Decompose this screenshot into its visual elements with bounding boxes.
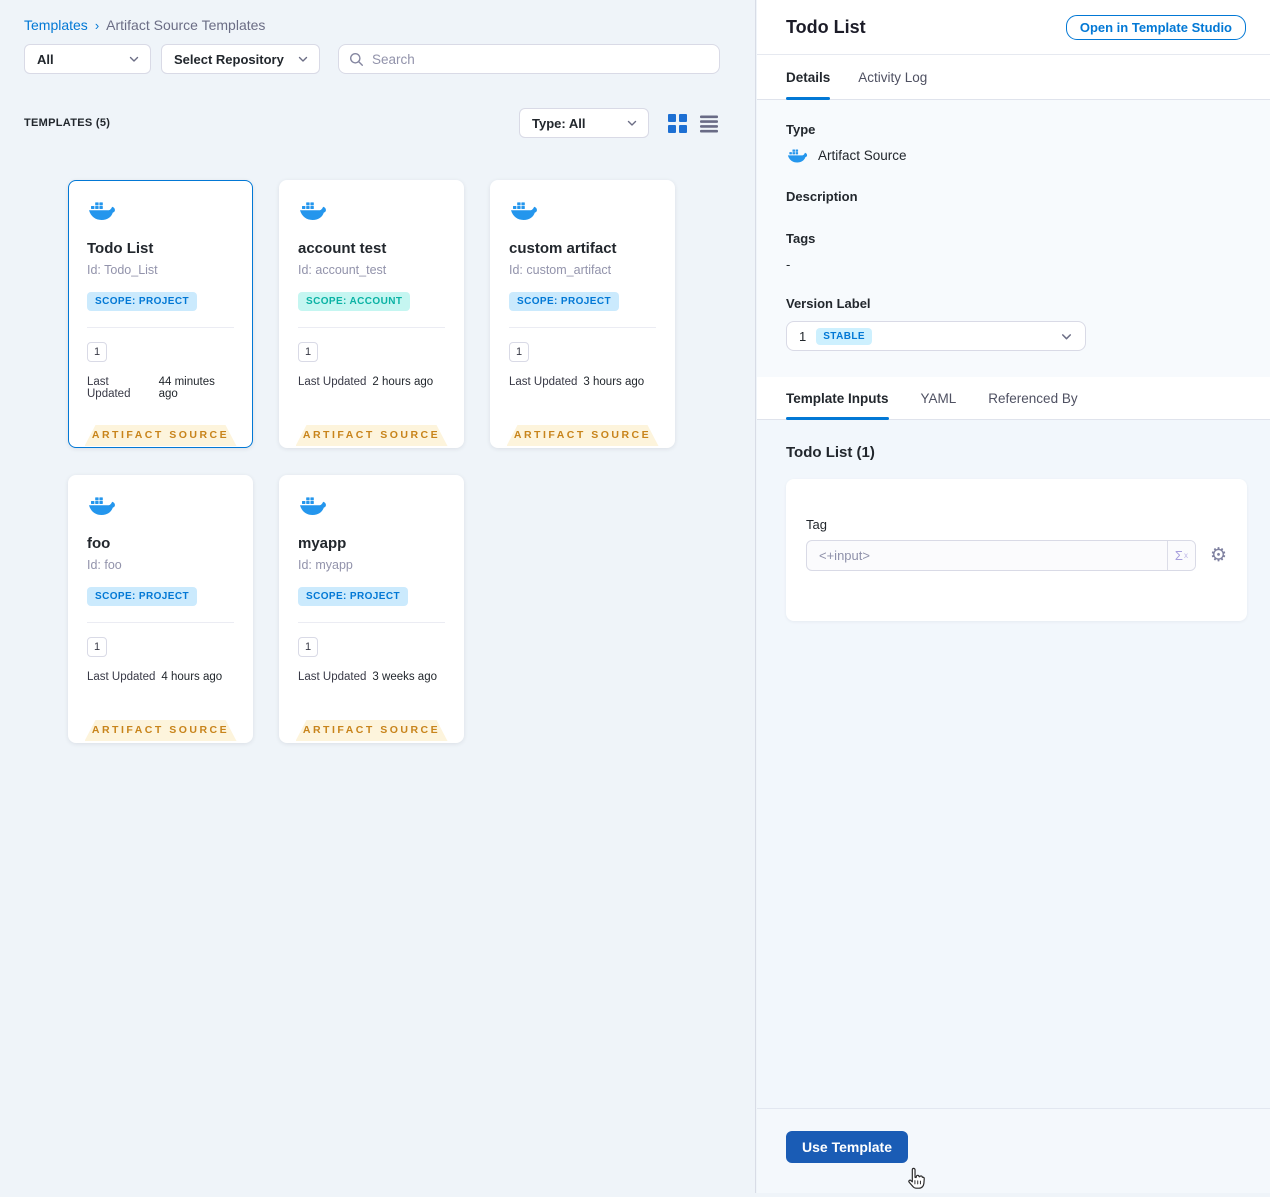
template-details-panel: Todo List Open in Template Studio Detail… (757, 0, 1270, 1193)
scope-badge: SCOPE: PROJECT (87, 587, 197, 606)
chevron-down-icon (297, 53, 309, 65)
last-updated-label: Last Updated (87, 376, 131, 400)
type-label: Type (786, 122, 816, 137)
tag-label: Tag (806, 517, 827, 532)
template-card-todo-list[interactable]: Todo List Id: Todo_List SCOPE: PROJECT 1… (68, 180, 253, 448)
artifact-source-ribbon: ARTIFACT SOURCE (85, 720, 237, 741)
template-card-myapp[interactable]: myapp Id: myapp SCOPE: PROJECT 1 Last Up… (279, 475, 464, 743)
template-card-custom-artifact[interactable]: custom artifact Id: custom_artifact SCOP… (490, 180, 675, 448)
docker-icon (87, 494, 117, 517)
last-updated-label: Last Updated (509, 376, 578, 388)
version-dropdown[interactable]: 1 STABLE (786, 321, 1086, 351)
search-icon (349, 52, 364, 67)
version-count-chip: 1 (298, 637, 318, 657)
docker-icon (87, 199, 117, 222)
tab-details[interactable]: Details (786, 55, 831, 100)
breadcrumb-templates-link[interactable]: Templates (24, 17, 88, 33)
version-count-chip: 1 (509, 342, 529, 362)
docker-icon (786, 147, 809, 164)
artifact-source-ribbon: ARTIFACT SOURCE (296, 720, 448, 741)
input-settings-gear-icon[interactable]: ⚙ (1210, 546, 1227, 565)
template-card-id: Id: custom_artifact (509, 263, 612, 277)
artifact-source-ribbon: ARTIFACT SOURCE (296, 425, 448, 446)
template-card-title: myapp (298, 535, 347, 552)
list-view-icon[interactable] (700, 115, 718, 138)
version-count-chip: 1 (87, 637, 107, 657)
scope-badge: SCOPE: PROJECT (298, 587, 408, 606)
template-cards-grid: Todo List Id: Todo_List SCOPE: PROJECT 1… (68, 180, 675, 743)
grid-view-icon[interactable] (668, 114, 687, 138)
tags-label: Tags (786, 231, 816, 246)
last-updated-label: Last Updated (298, 671, 367, 683)
artifact-source-ribbon: ARTIFACT SOURCE (507, 425, 659, 446)
version-count-chip: 1 (298, 342, 318, 362)
last-updated-value: 3 hours ago (583, 376, 645, 388)
scope-badge: SCOPE: ACCOUNT (298, 292, 411, 311)
version-value: 1 (799, 328, 807, 344)
template-inputs-section: Todo List (1) Tag Σx ⚙ (757, 420, 1270, 1108)
breadcrumb-separator-icon: › (94, 17, 100, 33)
details-tabbar: Details Activity Log (757, 55, 1270, 100)
last-updated-label: Last Updated (87, 671, 156, 683)
docker-icon (509, 199, 539, 222)
inputs-card: Tag Σx ⚙ (786, 479, 1247, 621)
template-card-id: Id: account_test (298, 263, 387, 277)
tags-value: - (786, 257, 791, 272)
expression-input-type-icon[interactable]: Σx (1166, 541, 1195, 570)
template-card-title: custom artifact (509, 240, 617, 257)
tab-template-inputs[interactable]: Template Inputs (786, 377, 889, 420)
last-updated-value: 44 minutes ago (158, 376, 215, 400)
search-bar (338, 44, 720, 74)
type-filter-value: Type: All (532, 115, 586, 131)
tab-yaml[interactable]: YAML (921, 377, 957, 419)
last-updated-value: 4 hours ago (161, 671, 223, 683)
template-card-foo[interactable]: foo Id: foo SCOPE: PROJECT 1 Last Update… (68, 475, 253, 743)
last-updated-value: 2 hours ago (372, 376, 434, 388)
template-card-title: foo (87, 535, 111, 552)
docker-icon (298, 494, 328, 517)
details-title: Todo List (786, 16, 866, 37)
last-updated-value: 3 weeks ago (372, 671, 437, 683)
scope-filter-value: All (37, 51, 54, 67)
scope-badge: SCOPE: PROJECT (509, 292, 619, 311)
chevron-down-icon (626, 117, 638, 129)
template-card-id: Id: foo (87, 558, 122, 572)
breadcrumb-current: Artifact Source Templates (106, 17, 266, 33)
stable-badge: STABLE (816, 327, 872, 345)
templates-count-label: TEMPLATES (5) (24, 117, 111, 129)
type-value: Artifact Source (818, 148, 907, 163)
scope-filter-dropdown[interactable]: All (24, 44, 151, 74)
templates-list-panel: Templates › Artifact Source Templates Al… (0, 0, 756, 1193)
description-label: Description (786, 189, 858, 204)
inputs-heading: Todo List (1) (786, 444, 875, 461)
details-header: Todo List Open in Template Studio (757, 0, 1270, 55)
docker-icon (298, 199, 328, 222)
type-filter-dropdown[interactable]: Type: All (519, 108, 649, 138)
details-section: Type Artifact Source Description Tags - … (757, 100, 1270, 377)
details-footer: Use Template (757, 1108, 1270, 1193)
last-updated-label: Last Updated (298, 376, 367, 388)
tag-input-wrap: Σx (806, 540, 1196, 571)
chevron-down-icon (128, 53, 140, 65)
chevron-down-icon (1060, 330, 1073, 343)
template-card-id: Id: Todo_List (87, 263, 158, 277)
version-count-chip: 1 (87, 342, 107, 362)
use-template-button[interactable]: Use Template (786, 1131, 908, 1163)
tab-referenced-by[interactable]: Referenced By (988, 377, 1077, 419)
template-card-title: Todo List (87, 240, 154, 257)
tag-input[interactable] (807, 541, 1167, 570)
tab-activity-log[interactable]: Activity Log (858, 55, 927, 99)
template-card-title: account test (298, 240, 387, 257)
repository-filter-dropdown[interactable]: Select Repository (161, 44, 320, 74)
scope-badge: SCOPE: PROJECT (87, 292, 197, 311)
template-card-id: Id: myapp (298, 558, 353, 572)
version-label: Version Label (786, 296, 871, 311)
repository-filter-value: Select Repository (174, 51, 284, 67)
breadcrumb: Templates › Artifact Source Templates (24, 17, 265, 33)
open-in-template-studio-button[interactable]: Open in Template Studio (1065, 14, 1246, 40)
artifact-source-ribbon: ARTIFACT SOURCE (85, 425, 237, 446)
inputs-tabbar: Template Inputs YAML Referenced By (757, 377, 1270, 420)
search-input[interactable] (372, 51, 709, 67)
template-card-account-test[interactable]: account test Id: account_test SCOPE: ACC… (279, 180, 464, 448)
